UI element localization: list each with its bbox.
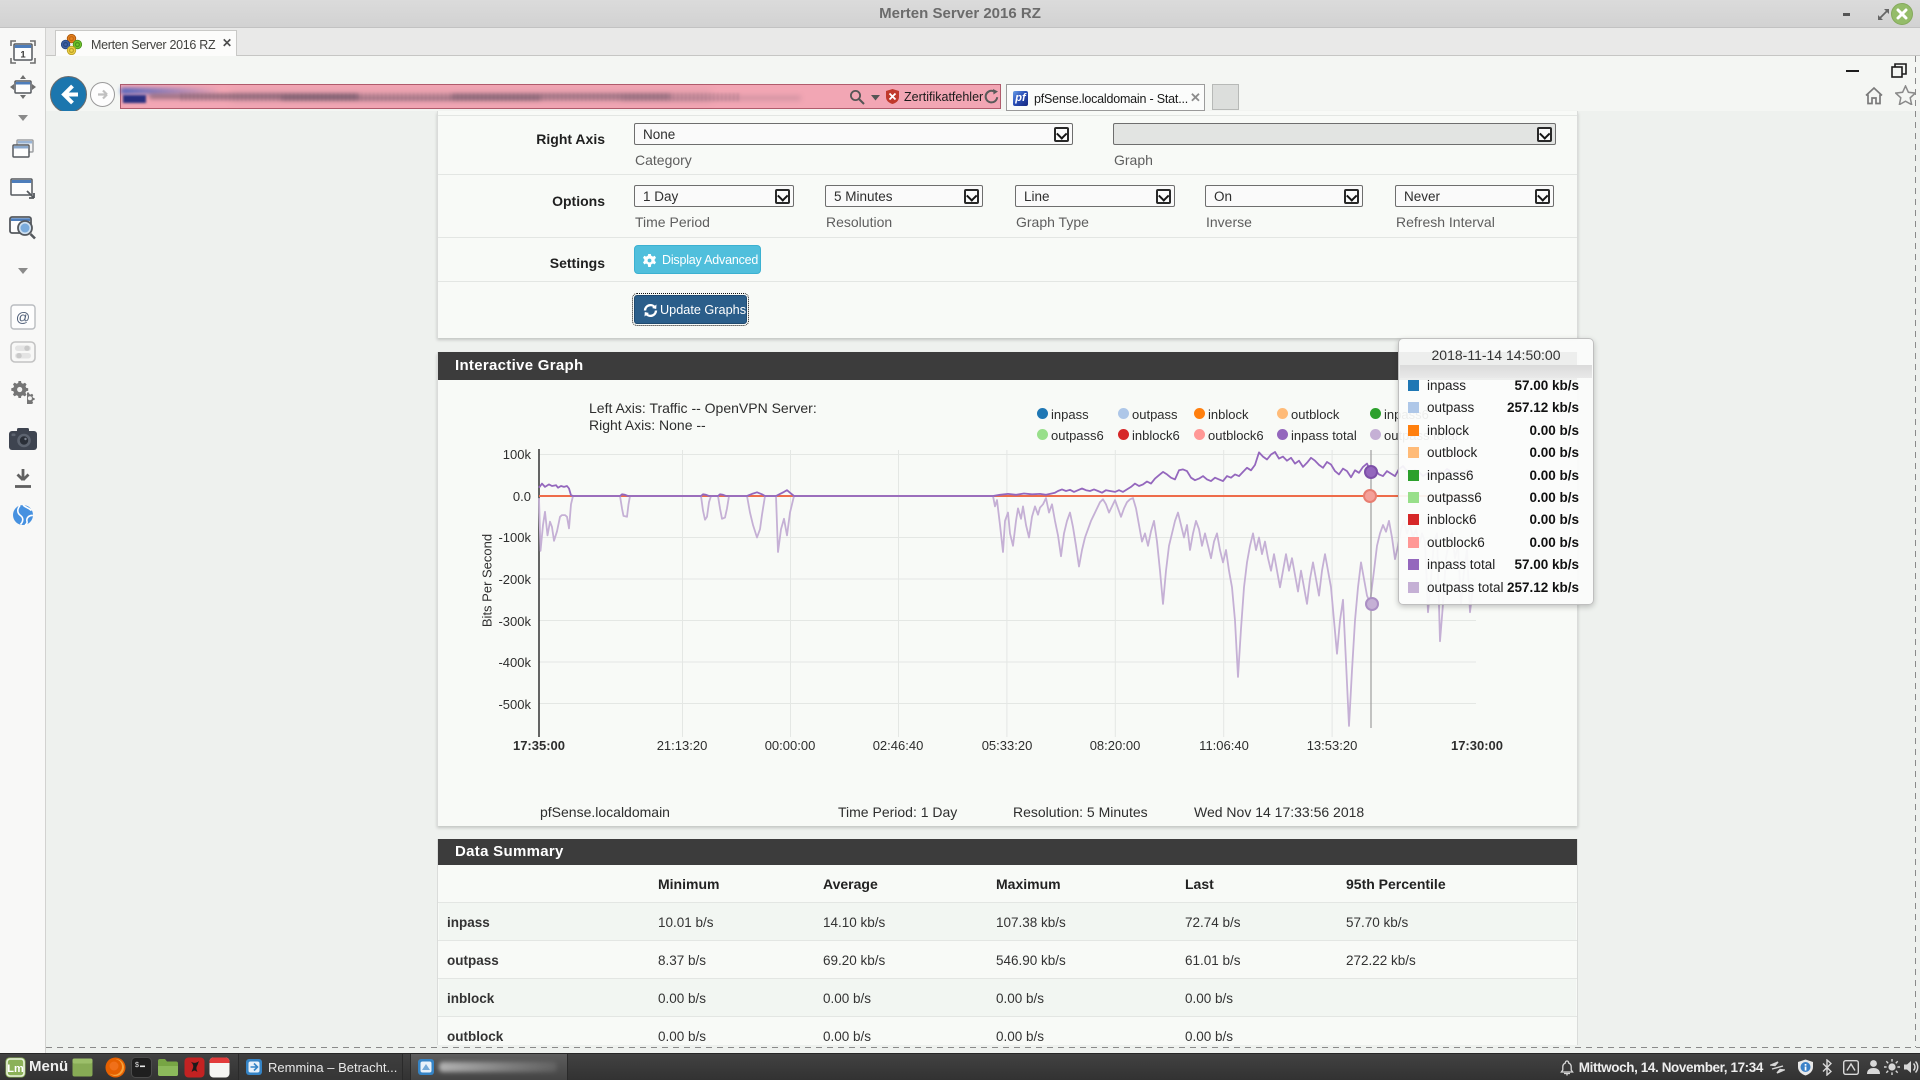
svg-text:1: 1	[20, 50, 26, 61]
svg-text:Lm: Lm	[7, 1063, 24, 1075]
svg-text:$: $	[135, 1062, 139, 1069]
svg-text:@: @	[15, 309, 29, 325]
